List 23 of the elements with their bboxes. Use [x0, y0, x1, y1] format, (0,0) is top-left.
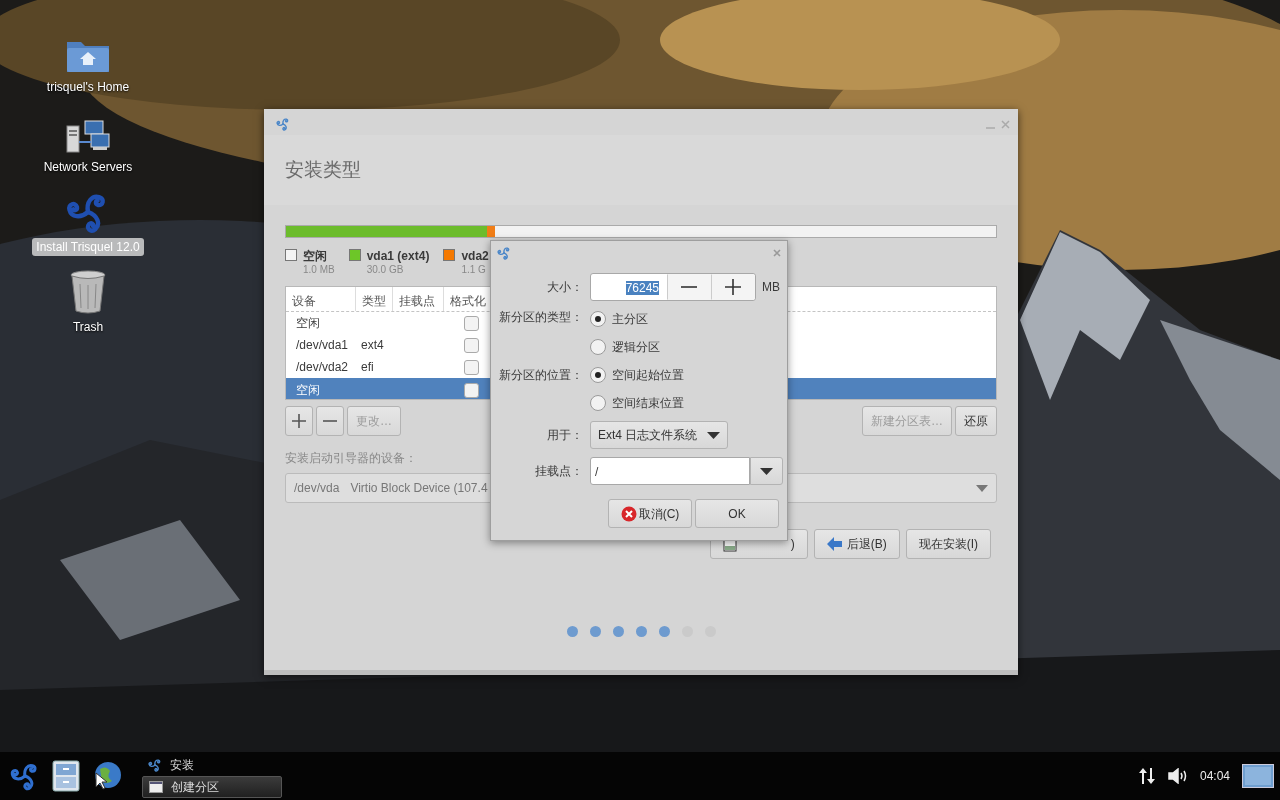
clock: 04:04 — [1199, 768, 1230, 785]
device-description: Virtio Block Device (107.4 — [350, 480, 488, 497]
field-label: 挂载点： — [534, 463, 583, 480]
legend-size: 30.0 GB — [365, 265, 405, 275]
legend-name: vda1 (ext4) — [366, 249, 430, 263]
field-label: 大小： — [546, 279, 583, 296]
page-title: 安装类型 — [285, 157, 361, 182]
field-label: 新分区的位置： — [499, 367, 583, 384]
table-cell: /dev/vda1 — [296, 338, 349, 352]
table-cell: 空闲 — [296, 383, 320, 397]
legend-size: 1.0 MB — [302, 265, 335, 275]
field-label: 用于： — [546, 427, 583, 444]
field-label: 新分区的类型： — [499, 309, 583, 326]
table-cell: efi — [361, 360, 374, 374]
legend-name: vda2 — [461, 249, 489, 263]
legend-size: 1.1 G — [460, 265, 487, 275]
legend-name: 空闲 — [303, 249, 327, 263]
table-cell: 空闲 — [296, 316, 320, 330]
device-path: /dev/vda — [294, 480, 340, 497]
unit-label: MB — [762, 279, 780, 296]
bootloader-label: 安装启动引导器的设备： — [285, 451, 417, 465]
table-cell: ext4 — [361, 338, 384, 352]
table-cell: /dev/vda2 — [296, 360, 349, 374]
